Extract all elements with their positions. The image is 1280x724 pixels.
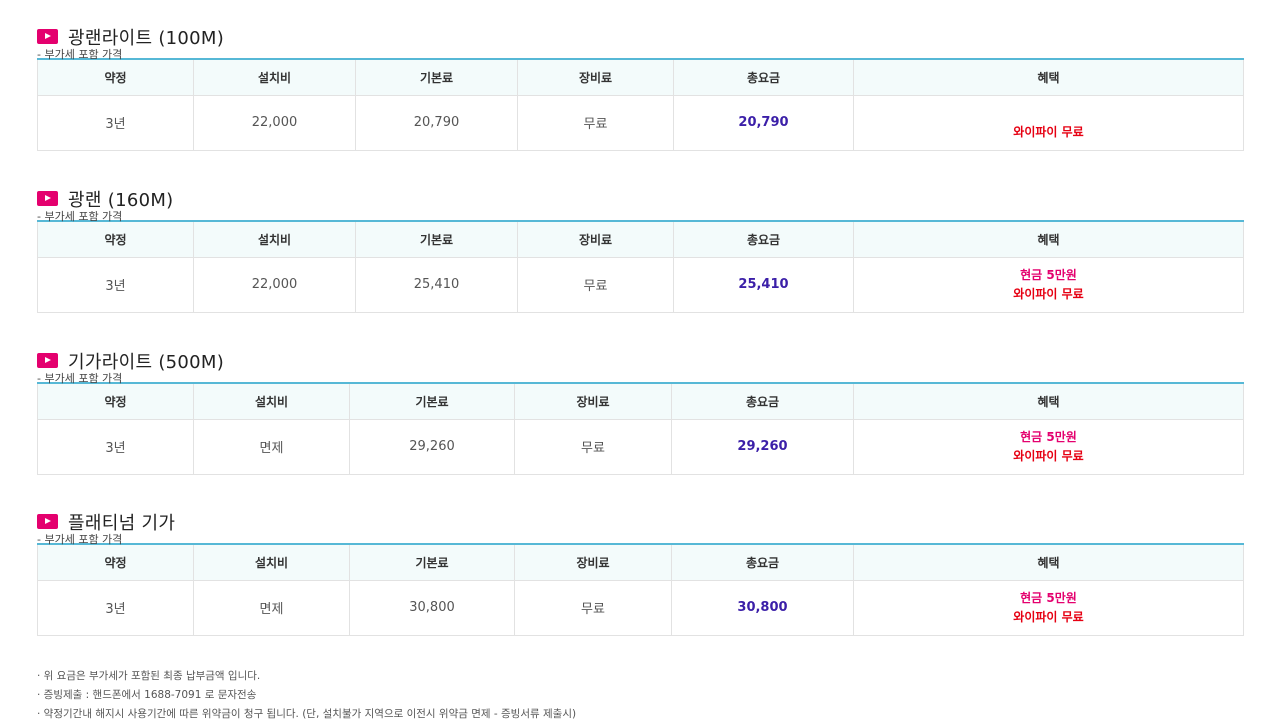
contract-cell: 3년	[37, 419, 194, 475]
contract-cell: 3년	[37, 95, 194, 151]
base-cell: 29,260	[349, 419, 515, 475]
table-row: 3년 면제 30,800 무료 30,800 현금 5만원 와이파이 무료	[37, 580, 1244, 636]
equip-cell: 무료	[514, 580, 672, 636]
table-row: 3년 면제 29,260 무료 29,260 현금 5만원 와이파이 무료	[37, 419, 1244, 475]
header-base: 기본료	[355, 58, 518, 96]
header-base: 기본료	[355, 220, 518, 258]
plan-section-500m: 기가라이트 (500M) - 부가세 포함 가격 약정 설치비 기본료 장비료 …	[37, 342, 1244, 475]
header-total: 총요금	[673, 58, 854, 96]
benefit-cell: 현금 5만원 와이파이 무료	[853, 419, 1244, 475]
total-cell: 25,410	[673, 257, 854, 313]
total-cell: 30,800	[671, 580, 854, 636]
contract-cell: 3년	[37, 580, 194, 636]
header-install: 설치비	[193, 382, 350, 420]
header-benefit: 혜택	[853, 58, 1244, 96]
notes: · 위 요금은 부가세가 포함된 최종 납부금액 입니다. · 증빙제출 : 핸…	[37, 667, 576, 724]
benefit-wifi: 와이파이 무료	[1013, 124, 1084, 139]
header-benefit: 혜택	[853, 382, 1244, 420]
contract-cell: 3년	[37, 257, 194, 313]
price-table: 약정 설치비 기본료 장비료 총요금 혜택 3년 22,000 25,410 무…	[37, 220, 1244, 313]
install-cell: 22,000	[193, 257, 356, 313]
plan-subtitle: - 부가세 포함 가격	[37, 210, 123, 223]
header-equip: 장비료	[517, 58, 674, 96]
base-cell: 25,410	[355, 257, 518, 313]
header-base: 기본료	[349, 382, 515, 420]
play-icon	[37, 29, 58, 44]
install-cell: 면제	[193, 580, 350, 636]
header-contract: 약정	[37, 58, 194, 96]
header-total: 총요금	[671, 543, 854, 581]
total-cell: 20,790	[673, 95, 854, 151]
equip-cell: 무료	[517, 257, 674, 313]
benefit-wifi: 와이파이 무료	[1013, 286, 1084, 301]
plan-subtitle: - 부가세 포함 가격	[37, 533, 123, 546]
plan-subtitle: - 부가세 포함 가격	[37, 48, 123, 61]
total-cell: 29,260	[671, 419, 854, 475]
header-contract: 약정	[37, 382, 194, 420]
price-table: 약정 설치비 기본료 장비료 총요금 혜택 3년 22,000 20,790 무…	[37, 58, 1244, 151]
install-cell: 면제	[193, 419, 350, 475]
header-install: 설치비	[193, 58, 356, 96]
plan-section-160m: 광랜 (160M) - 부가세 포함 가격 약정 설치비 기본료 장비료 총요금…	[37, 180, 1244, 313]
header-equip: 장비료	[517, 220, 674, 258]
play-icon	[37, 191, 58, 206]
benefit-wifi: 와이파이 무료	[1013, 448, 1084, 463]
table-row: 3년 22,000 25,410 무료 25,410 현금 5만원 와이파이 무…	[37, 257, 1244, 313]
benefit-cash: 현금 5만원	[1020, 590, 1077, 605]
base-cell: 30,800	[349, 580, 515, 636]
header-base: 기본료	[349, 543, 515, 581]
header-install: 설치비	[193, 543, 350, 581]
price-table: 약정 설치비 기본료 장비료 총요금 혜택 3년 면제 30,800 무료 30…	[37, 543, 1244, 636]
header-benefit: 혜택	[853, 543, 1244, 581]
benefit-cell: 현금 5만원 와이파이 무료	[853, 580, 1244, 636]
header-total: 총요금	[673, 220, 854, 258]
benefit-cell: 와이파이 무료	[853, 95, 1244, 151]
benefit-cash: 현금 5만원	[1020, 267, 1077, 282]
note-penalty: · 약정기간내 해지시 사용기간에 따른 위약금이 청구 됩니다. (단, 설치…	[37, 708, 577, 720]
header-equip: 장비료	[514, 382, 672, 420]
table-row: 3년 22,000 20,790 무료 20,790 와이파이 무료	[37, 95, 1244, 151]
header-contract: 약정	[37, 543, 194, 581]
plan-section-platinum: 플래티넘 기가 - 부가세 포함 가격 약정 설치비 기본료 장비료 총요금 혜…	[37, 503, 1244, 636]
benefit-wifi: 와이파이 무료	[1013, 609, 1084, 624]
header-equip: 장비료	[514, 543, 672, 581]
note-vat: · 위 요금은 부가세가 포함된 최종 납부금액 입니다.	[37, 670, 261, 682]
equip-cell: 무료	[517, 95, 674, 151]
header-contract: 약정	[37, 220, 194, 258]
plan-section-100m: 광랜라이트 (100M) - 부가세 포함 가격 약정 설치비 기본료 장비료 …	[37, 18, 1244, 151]
benefit-cash: 현금 5만원	[1020, 429, 1077, 444]
play-icon	[37, 514, 58, 529]
price-table: 약정 설치비 기본료 장비료 총요금 혜택 3년 면제 29,260 무료 29…	[37, 382, 1244, 475]
header-benefit: 혜택	[853, 220, 1244, 258]
equip-cell: 무료	[514, 419, 672, 475]
base-cell: 20,790	[355, 95, 518, 151]
install-cell: 22,000	[193, 95, 356, 151]
header-total: 총요금	[671, 382, 854, 420]
header-install: 설치비	[193, 220, 356, 258]
play-icon	[37, 353, 58, 368]
plan-subtitle: - 부가세 포함 가격	[37, 372, 123, 385]
benefit-cell: 현금 5만원 와이파이 무료	[853, 257, 1244, 313]
note-proof: · 증빙제출 : 핸드폰에서 1688-7091 로 문자전송	[37, 689, 257, 701]
